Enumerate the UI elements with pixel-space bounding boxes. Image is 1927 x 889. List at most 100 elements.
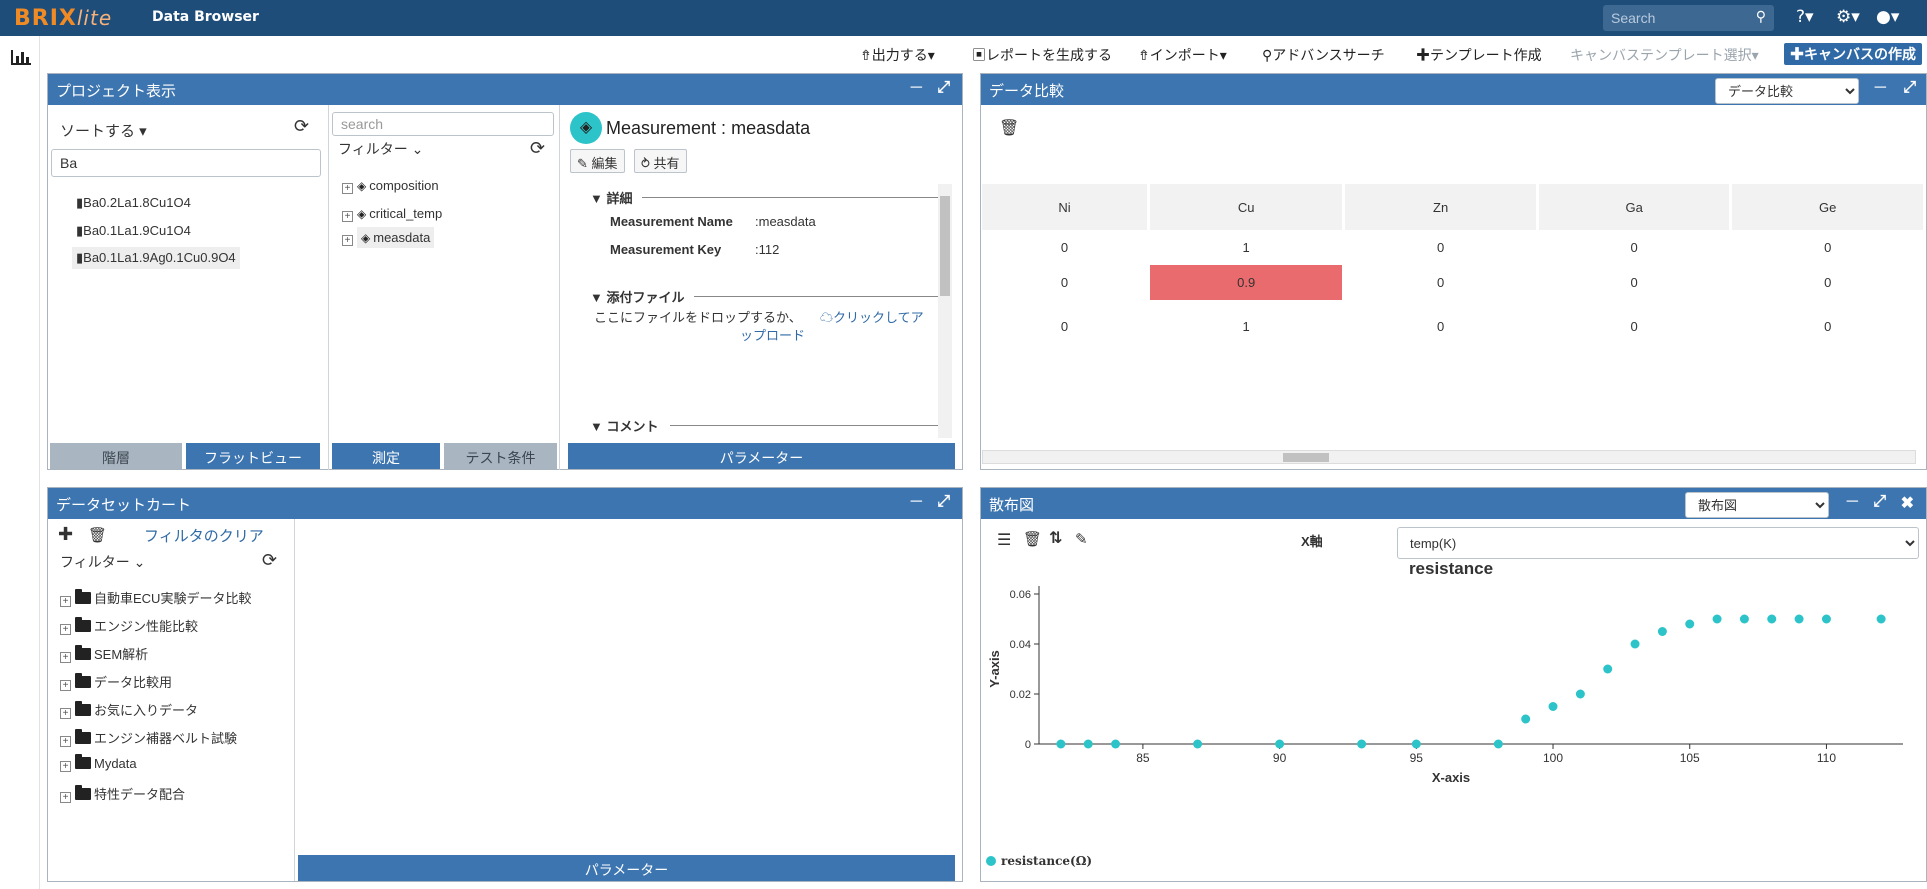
list-item-selected[interactable]: ▮Ba0.1La1.9Ag0.1Cu0.9O4 (72, 247, 240, 269)
sort-dropdown[interactable]: ソートする ▾ (60, 120, 147, 141)
project-filter-input[interactable] (51, 149, 321, 177)
expand-icon[interactable]: ⤢ (1903, 79, 1916, 97)
tab-parameters[interactable]: パラメーター (568, 443, 955, 469)
tree-node[interactable]: + ◈ composition (342, 178, 439, 194)
compare-type-select[interactable]: データ比較 (1715, 78, 1859, 104)
expand-icon[interactable]: + (60, 761, 71, 772)
vertical-scrollbar[interactable] (938, 184, 952, 438)
bar-chart-icon[interactable] (10, 48, 32, 66)
add-icon[interactable]: ✚ (58, 524, 73, 545)
trash-icon[interactable]: 🗑 (88, 526, 107, 544)
expand-icon[interactable]: + (60, 792, 71, 803)
expand-icon[interactable]: + (60, 652, 71, 663)
column-divider[interactable] (559, 105, 560, 470)
table-cell: 0 (1730, 265, 1926, 300)
expand-icon[interactable]: ⤢ (1873, 493, 1886, 511)
user-icon[interactable]: ●▾ (1876, 7, 1899, 27)
column-header[interactable]: Cu (1148, 184, 1346, 230)
scrollbar-thumb[interactable] (1283, 453, 1329, 462)
expand-icon[interactable]: + (60, 624, 71, 635)
x-tick-label: 105 (1680, 751, 1700, 765)
chart-type-select[interactable]: 散布図 (1685, 492, 1829, 518)
advanced-search-button[interactable]: ⚲アドバンスサーチ (1262, 45, 1385, 65)
expand-icon[interactable]: ⤢ (937, 493, 950, 511)
trash-icon[interactable]: 🗑 (1023, 530, 1042, 548)
table-row[interactable]: 0 1 0 0 0 (982, 300, 1926, 353)
folder-item[interactable]: + 特性データ配合 (60, 784, 185, 803)
help-icon[interactable]: ?▾ (1796, 7, 1814, 27)
canvas-template-select[interactable]: キャンバステンプレート選択▾ (1570, 45, 1759, 65)
column-header[interactable]: Zn (1343, 184, 1539, 230)
folder-item[interactable]: + エンジン補器ベルト試験 (60, 728, 237, 747)
expand-icon[interactable]: + (60, 708, 71, 719)
close-icon[interactable]: ✖ (1901, 493, 1914, 513)
folder-item[interactable]: + SEM解析 (60, 644, 148, 663)
expand-icon[interactable]: + (60, 680, 71, 691)
minimize-icon[interactable]: ─ (1847, 493, 1858, 511)
expand-icon[interactable]: ⤢ (937, 79, 950, 97)
comment-section-toggle[interactable]: ▼ コメント (590, 416, 659, 434)
minimize-icon[interactable]: ─ (1875, 79, 1886, 97)
folder-item[interactable]: + エンジン性能比較 (60, 616, 198, 635)
horizontal-scrollbar[interactable] (982, 450, 1916, 464)
sort-icon[interactable]: ⇅ (1049, 528, 1062, 547)
attachments-section-toggle[interactable]: ▼ 添付ファイル (590, 287, 685, 306)
tab-flat-view[interactable]: フラットビュー (186, 443, 320, 469)
trash-icon[interactable]: 🗑 (999, 118, 1019, 137)
column-header[interactable]: Ni (982, 184, 1150, 230)
column-header[interactable]: Ge (1730, 184, 1926, 230)
refresh-icon[interactable]: ⟳ (262, 550, 277, 571)
tab-parameters[interactable]: パラメーター (298, 855, 955, 881)
column-header[interactable]: Ga (1537, 184, 1733, 230)
global-search-input[interactable] (1603, 5, 1743, 31)
table-row[interactable]: 0 1 0 0 0 (982, 230, 1926, 265)
pencil-icon[interactable]: ✎ (1075, 530, 1088, 548)
minimize-icon[interactable]: ─ (911, 79, 922, 97)
table-cell: 0 (1730, 230, 1926, 265)
app-logo[interactable]: BRIXlite (14, 6, 112, 31)
cart-filter-dropdown[interactable]: フィルター ⌄ (60, 552, 145, 572)
list-item[interactable]: ▮Ba0.2La1.8Cu1O4 (76, 195, 191, 211)
expand-icon[interactable]: + (342, 235, 353, 246)
tab-hierarchy[interactable]: 階層 (50, 443, 182, 469)
list-item[interactable]: ▮Ba0.1La1.9Cu1O4 (76, 223, 191, 239)
refresh-icon[interactable]: ⟳ (530, 138, 545, 159)
expand-icon[interactable]: + (60, 736, 71, 747)
export-menu[interactable]: ⇮出力する▾ (860, 45, 935, 65)
table-row[interactable]: 0 0.9 0 0 0 (982, 265, 1926, 300)
edit-button[interactable]: ✎ 編集 (570, 149, 625, 173)
details-section-toggle[interactable]: ▼ 詳細 (590, 188, 633, 207)
global-search[interactable]: ⚲ (1603, 5, 1774, 31)
tab-measurement[interactable]: 測定 (332, 443, 440, 469)
upload-link[interactable]: ☁クリックしてア (820, 307, 924, 326)
tree-node-selected[interactable]: + ◈ measdata (342, 227, 435, 248)
folder-item[interactable]: + 自動車ECU実験データ比較 (60, 588, 251, 607)
gear-icon[interactable]: ⚙▾ (1836, 7, 1860, 27)
import-menu[interactable]: ⇮インポート▾ (1138, 45, 1227, 65)
expand-icon[interactable]: + (60, 596, 71, 607)
folder-item[interactable]: + お気に入りデータ (60, 700, 198, 719)
template-create-button[interactable]: ✚テンプレート作成 (1416, 45, 1542, 65)
expand-icon[interactable]: + (342, 183, 353, 194)
tree-node[interactable]: + ◈ critical_temp (342, 206, 442, 222)
column-divider[interactable] (294, 519, 295, 881)
folder-item[interactable]: + データ比較用 (60, 672, 172, 691)
minimize-icon[interactable]: ─ (911, 493, 922, 511)
upload-link[interactable]: ップロード (740, 325, 805, 344)
share-button[interactable]: ⥁ 共有 (634, 149, 687, 173)
refresh-icon[interactable]: ⟳ (294, 116, 309, 137)
search-icon[interactable]: ⚲ (1756, 9, 1766, 25)
create-canvas-button[interactable]: ✚キャンバスの作成 (1784, 43, 1922, 65)
menu-icon[interactable]: ☰ (997, 530, 1011, 549)
report-button[interactable]: ▣レポートを生成する (972, 45, 1112, 65)
tab-test-conditions[interactable]: テスト条件 (444, 443, 557, 469)
tree-search-input[interactable] (332, 112, 554, 136)
clear-filter-link[interactable]: フィルタのクリア (144, 525, 264, 546)
tree-filter-dropdown[interactable]: フィルター ⌄ (338, 139, 423, 159)
column-divider[interactable] (328, 105, 329, 470)
expand-icon[interactable]: + (342, 211, 353, 222)
folder-icon (75, 673, 91, 688)
x-axis-select[interactable]: temp(K) (1397, 527, 1919, 559)
folder-item[interactable]: + Mydata (60, 754, 137, 772)
scrollbar-thumb[interactable] (940, 196, 950, 296)
